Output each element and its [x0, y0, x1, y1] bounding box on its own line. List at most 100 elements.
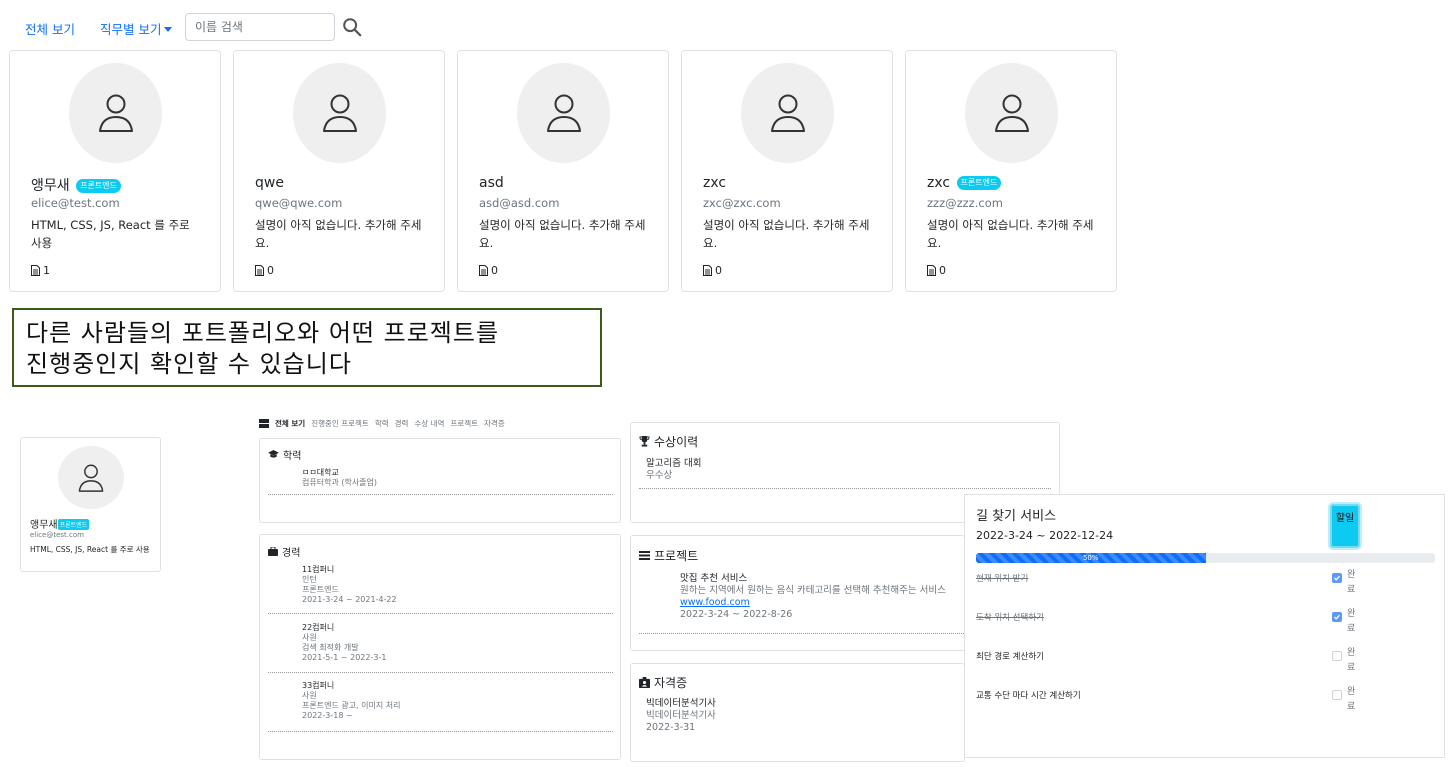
- caption-box: 다른 사람들의 포트폴리오와 어떤 프로젝트를 진행중인지 확인할 수 있습니다: [12, 308, 602, 387]
- project-count-value: 0: [491, 264, 498, 277]
- document-icon: [31, 265, 40, 276]
- career-title: 경력: [268, 544, 300, 559]
- document-icon: [927, 265, 936, 276]
- project-count: 0: [479, 264, 498, 277]
- caret-down-icon: [164, 27, 173, 32]
- career-company: 11컴퍼니: [302, 565, 335, 574]
- task-checkbox[interactable]: [1332, 651, 1342, 661]
- check-icon: [1334, 614, 1340, 620]
- project-name: 맛집 추천 서비스: [680, 573, 748, 584]
- projects-title-text: 프로젝트: [654, 549, 699, 563]
- person-icon: [546, 94, 581, 132]
- person-icon: [322, 94, 357, 132]
- user-card[interactable]: zxc 프론트엔드 zzz@zzz.com 설명이 아직 없습니다. 추가해 주세요…: [905, 50, 1117, 292]
- detail-name-text: 앵무새: [30, 520, 58, 531]
- career-entry: 33컴퍼니 사원 프론트엔드 광고, 이미지 처리 2022-3-18 ~: [302, 681, 401, 721]
- school-major: 컴퓨터학과 (학사졸업): [302, 478, 378, 487]
- project-count-value: 0: [939, 264, 946, 277]
- career-position: 사원: [302, 691, 317, 700]
- project-entry: 맛집 추천 서비스 원하는 지역에서 원하는 음식 카테고리를 선택해 추천해주…: [680, 573, 960, 621]
- search-icon[interactable]: [341, 16, 363, 38]
- task-checkbox[interactable]: [1332, 690, 1342, 700]
- person-icon: [78, 464, 104, 492]
- user-name: 앵무새 프론트엔드: [31, 175, 121, 195]
- user-name: asd: [479, 175, 504, 191]
- tab-education[interactable]: 학력: [375, 418, 389, 429]
- tab-certificates[interactable]: 자격증: [484, 418, 505, 429]
- user-email: asd@asd.com: [479, 196, 560, 210]
- user-description: 설명이 아직 없습니다. 추가해 주세요.: [703, 218, 870, 250]
- caption-line-2: 진행중인지 확인할 수 있습니다: [26, 350, 352, 378]
- progress-fill: 50%: [976, 553, 1206, 563]
- nav-all[interactable]: 전체 보기: [25, 19, 75, 38]
- detail-profile-card: 앵무새 프론트엔드 elice@test.com HTML, CSS, JS, R…: [20, 437, 161, 572]
- divider: [268, 494, 613, 495]
- certificates-title-text: 자격증: [654, 676, 688, 690]
- career-entry: 22컴퍼니 사원 검색 최적화 개발 2021-5-1 ~ 2022-3-1: [302, 623, 386, 663]
- tab-career[interactable]: 경력: [395, 418, 409, 429]
- awards-title-text: 수상이력: [654, 435, 699, 449]
- user-description: 설명이 아직 없습니다. 추가해 주세요.: [479, 218, 646, 250]
- todo-button-label: 할일: [1335, 513, 1355, 524]
- project-desc: 원하는 지역에서 원하는 음식 카테고리를 선택해 추천해주는 서비스: [680, 585, 946, 596]
- todo-button[interactable]: 할일: [1330, 504, 1360, 548]
- award-entry: 알고리즘 대회 우수상: [646, 458, 701, 482]
- certificates-title: 자격증: [639, 674, 687, 691]
- user-name-text: zxc: [703, 175, 727, 191]
- task-complete-label: 완료: [1347, 570, 1356, 595]
- task-text: 현재 위치 받기: [976, 574, 1029, 584]
- career-period: 2022-3-18 ~: [302, 711, 353, 720]
- tab-all[interactable]: 전체 보기: [275, 418, 305, 429]
- award-name: 알고리즘 대회: [646, 458, 702, 469]
- career-position: 인턴: [302, 575, 317, 584]
- list-icon: [639, 551, 650, 560]
- user-name: zxc: [703, 175, 726, 191]
- caption-line-1: 다른 사람들의 포트폴리오와 어떤 프로젝트를: [26, 319, 500, 347]
- project-link[interactable]: www.food.com: [680, 597, 960, 609]
- user-avatar: [517, 63, 610, 163]
- certificate-entry: 빅데이터분석기사 빅데이터분석기사 2022-3-31: [646, 698, 716, 734]
- task-text: 교통 수단 마다 시간 계산하기: [976, 691, 1081, 701]
- award-grade: 우수상: [646, 470, 673, 481]
- task-checkbox[interactable]: [1332, 612, 1342, 622]
- detail-avatar: [58, 446, 124, 509]
- project-count: 0: [927, 264, 946, 277]
- user-avatar: [741, 63, 834, 163]
- user-card[interactable]: 앵무새 프론트엔드 elice@test.com HTML, CSS, JS, Re…: [9, 50, 221, 292]
- certificate-issuer: 빅데이터분석기사: [646, 710, 716, 721]
- project-count-value: 1: [43, 264, 50, 277]
- education-panel: 학력 ㅁㅁ대학교 컴퓨터학과 (학사졸업): [259, 438, 621, 523]
- person-icon: [98, 94, 133, 132]
- briefcase-icon: [268, 547, 278, 556]
- user-description: 설명이 아직 없습니다. 추가해 주세요.: [255, 218, 422, 250]
- nav-by-job-dropdown[interactable]: 직무별 보기: [100, 19, 173, 38]
- person-icon: [994, 94, 1029, 132]
- user-card[interactable]: asd asd@asd.com 설명이 아직 없습니다. 추가해 주세요. 0: [457, 50, 669, 292]
- graduation-cap-icon: [268, 450, 279, 458]
- user-name: zxc 프론트엔드: [927, 175, 1002, 191]
- progress-bar: 50%: [976, 553, 1435, 563]
- detail-name: 앵무새 프론트엔드: [30, 516, 90, 531]
- tab-projects[interactable]: 프로젝트: [450, 418, 478, 429]
- document-icon: [479, 265, 488, 276]
- tab-ongoing-projects[interactable]: 진행중인 프로젝트: [311, 418, 369, 429]
- document-icon: [255, 265, 264, 276]
- user-card[interactable]: qwe qwe@qwe.com 설명이 아직 없습니다. 추가해 주세요. 0: [233, 50, 445, 292]
- task-checkbox[interactable]: [1332, 573, 1342, 583]
- career-panel: 경력 11컴퍼니 인턴 프론트엔드 2021-3-24 ~ 2021-4-22 …: [259, 534, 621, 760]
- user-email: qwe@qwe.com: [255, 196, 343, 210]
- nav-by-job-label: 직무별 보기: [100, 22, 162, 37]
- user-avatar: [69, 63, 162, 163]
- projects-panel: 프로젝트 맛집 추천 서비스 원하는 지역에서 원하는 음식 카테고리를 선택해…: [630, 535, 965, 651]
- grid-icon: [259, 419, 269, 428]
- user-card[interactable]: zxc zxc@zxc.com 설명이 아직 없습니다. 추가해 주세요. 0: [681, 50, 893, 292]
- person-icon: [770, 94, 805, 132]
- trophy-icon: [639, 436, 650, 447]
- certificates-panel: 자격증 빅데이터분석기사 빅데이터분석기사 2022-3-31: [630, 663, 965, 762]
- name-search-input[interactable]: [185, 13, 335, 41]
- tab-awards[interactable]: 수상 내역: [414, 418, 444, 429]
- task-complete-label: 완료: [1347, 648, 1356, 673]
- divider: [639, 488, 1051, 489]
- career-role: 프론트엔드 광고, 이미지 처리: [302, 701, 401, 710]
- divider: [639, 633, 964, 634]
